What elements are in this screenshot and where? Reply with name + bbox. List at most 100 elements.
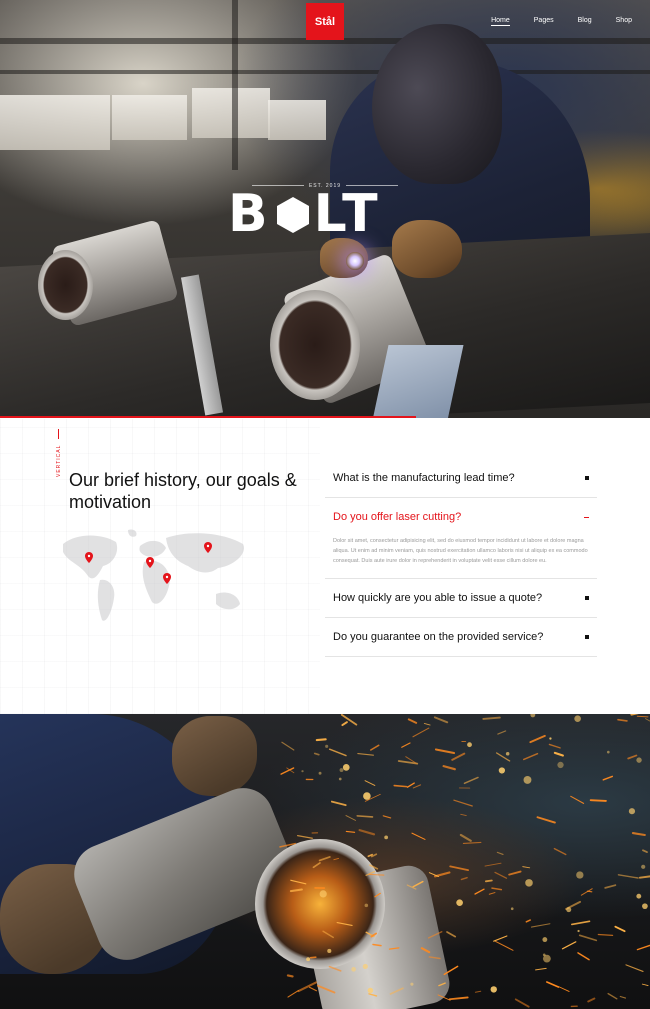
spark-dot	[338, 777, 342, 781]
spark-dot	[363, 792, 371, 800]
spark-dot	[641, 864, 646, 869]
spark-streak	[496, 851, 504, 856]
spark-dot	[327, 948, 332, 954]
spark-streak	[364, 780, 376, 786]
welding-helmet	[372, 24, 502, 184]
spark-streak	[393, 784, 408, 788]
spark-streak	[495, 940, 514, 951]
weld-spark	[346, 252, 364, 270]
nav-item-pages[interactable]: Pages	[534, 17, 554, 26]
spark-dot	[505, 751, 510, 756]
spark-streak	[474, 990, 482, 993]
pipe-end	[270, 290, 360, 400]
minus-icon	[584, 516, 589, 518]
spark-streak	[333, 858, 339, 861]
spark-streak	[316, 984, 336, 994]
spark-streak	[553, 751, 564, 757]
spark-streak	[497, 730, 507, 735]
spark-dot	[325, 744, 329, 748]
spark-streak	[607, 992, 618, 1000]
spark-streak	[459, 833, 472, 842]
spark-streak	[614, 925, 626, 933]
spark-streak	[587, 997, 596, 1003]
spark-streak	[287, 990, 299, 998]
spark-dot	[525, 879, 533, 887]
welding-glove	[392, 220, 462, 278]
grinding-image-section	[0, 714, 650, 1009]
spark-streak	[411, 832, 426, 840]
spark-streak	[328, 965, 342, 972]
spark-dot	[523, 775, 532, 784]
faq-question-button[interactable]: What is the manufacturing lead time?	[325, 459, 597, 497]
spark-dot	[364, 903, 369, 908]
spark-streak	[494, 871, 508, 879]
spark-streak	[449, 865, 470, 872]
spark-dot	[456, 899, 463, 907]
vertical-tag-text: VERTICAL	[56, 444, 62, 477]
hero-brand-title: B LT	[228, 188, 382, 240]
pipe-end	[38, 250, 93, 320]
spark-streak	[433, 716, 449, 724]
faq-item: What is the manufacturing lead time?	[325, 459, 597, 498]
spark-streak	[423, 722, 431, 726]
spark-streak	[636, 715, 649, 718]
spark-dot	[642, 903, 648, 910]
spark-streak	[443, 965, 459, 976]
faq-question-button[interactable]: How quickly are you able to issue a quot…	[325, 579, 597, 617]
nav-item-home[interactable]: Home	[491, 17, 510, 26]
spark-streak	[448, 996, 469, 1001]
roof-beam	[0, 70, 650, 74]
spark-streak	[357, 752, 374, 756]
spark-streak	[297, 834, 313, 839]
spark-streak	[438, 982, 446, 987]
spark-streak	[453, 799, 473, 807]
spark-streak	[536, 816, 556, 824]
spark-streak	[617, 718, 628, 722]
spark-dot	[410, 982, 414, 986]
spark-dot	[566, 907, 572, 913]
sparks-overlay	[279, 714, 650, 1008]
spark-streak	[328, 748, 347, 757]
spark-streak	[638, 875, 650, 879]
spark-streak	[382, 815, 392, 819]
site-logo[interactable]: Stål	[306, 3, 344, 40]
world-map	[63, 529, 244, 621]
square-bullet-icon	[585, 596, 589, 600]
spark-streak	[571, 920, 591, 926]
spark-streak	[434, 748, 456, 755]
spark-streak	[488, 892, 496, 895]
factory-window	[268, 100, 326, 140]
hero-section: Stål Home Pages Blog Shop EST. 2019 B LT	[0, 0, 650, 418]
spark-streak	[318, 856, 331, 862]
spark-streak	[630, 714, 639, 716]
spark-streak	[578, 934, 598, 942]
spark-streak	[508, 870, 522, 876]
spark-streak	[514, 998, 530, 1008]
nav-item-blog[interactable]: Blog	[578, 17, 592, 26]
spark-dot	[557, 761, 564, 769]
spark-streak	[484, 862, 502, 867]
logo-text: Stål	[314, 15, 336, 28]
factory-window	[192, 88, 270, 138]
spark-streak	[356, 815, 374, 818]
spark-streak	[553, 847, 567, 856]
spark-streak	[641, 983, 649, 987]
spark-streak	[358, 829, 376, 836]
spark-streak	[345, 815, 356, 821]
faq-question-button[interactable]: Do you offer laser cutting?	[325, 498, 597, 536]
spark-streak	[522, 866, 531, 869]
spark-dot	[577, 929, 580, 933]
main-nav: Home Pages Blog Shop	[491, 17, 632, 26]
spark-dot	[351, 967, 356, 972]
spark-dot	[339, 768, 344, 772]
spark-streak	[625, 964, 644, 972]
spark-dot	[319, 890, 327, 898]
spark-streak	[460, 813, 467, 816]
section-title: Our brief history, our goals & motivatio…	[69, 470, 297, 512]
spark-streak	[586, 890, 593, 893]
faq-question-button[interactable]: Do you guarantee on the provided service…	[325, 618, 597, 656]
nav-item-shop[interactable]: Shop	[616, 17, 632, 26]
spark-dot	[301, 770, 304, 773]
spark-dot	[530, 714, 536, 718]
spark-streak	[330, 800, 347, 807]
